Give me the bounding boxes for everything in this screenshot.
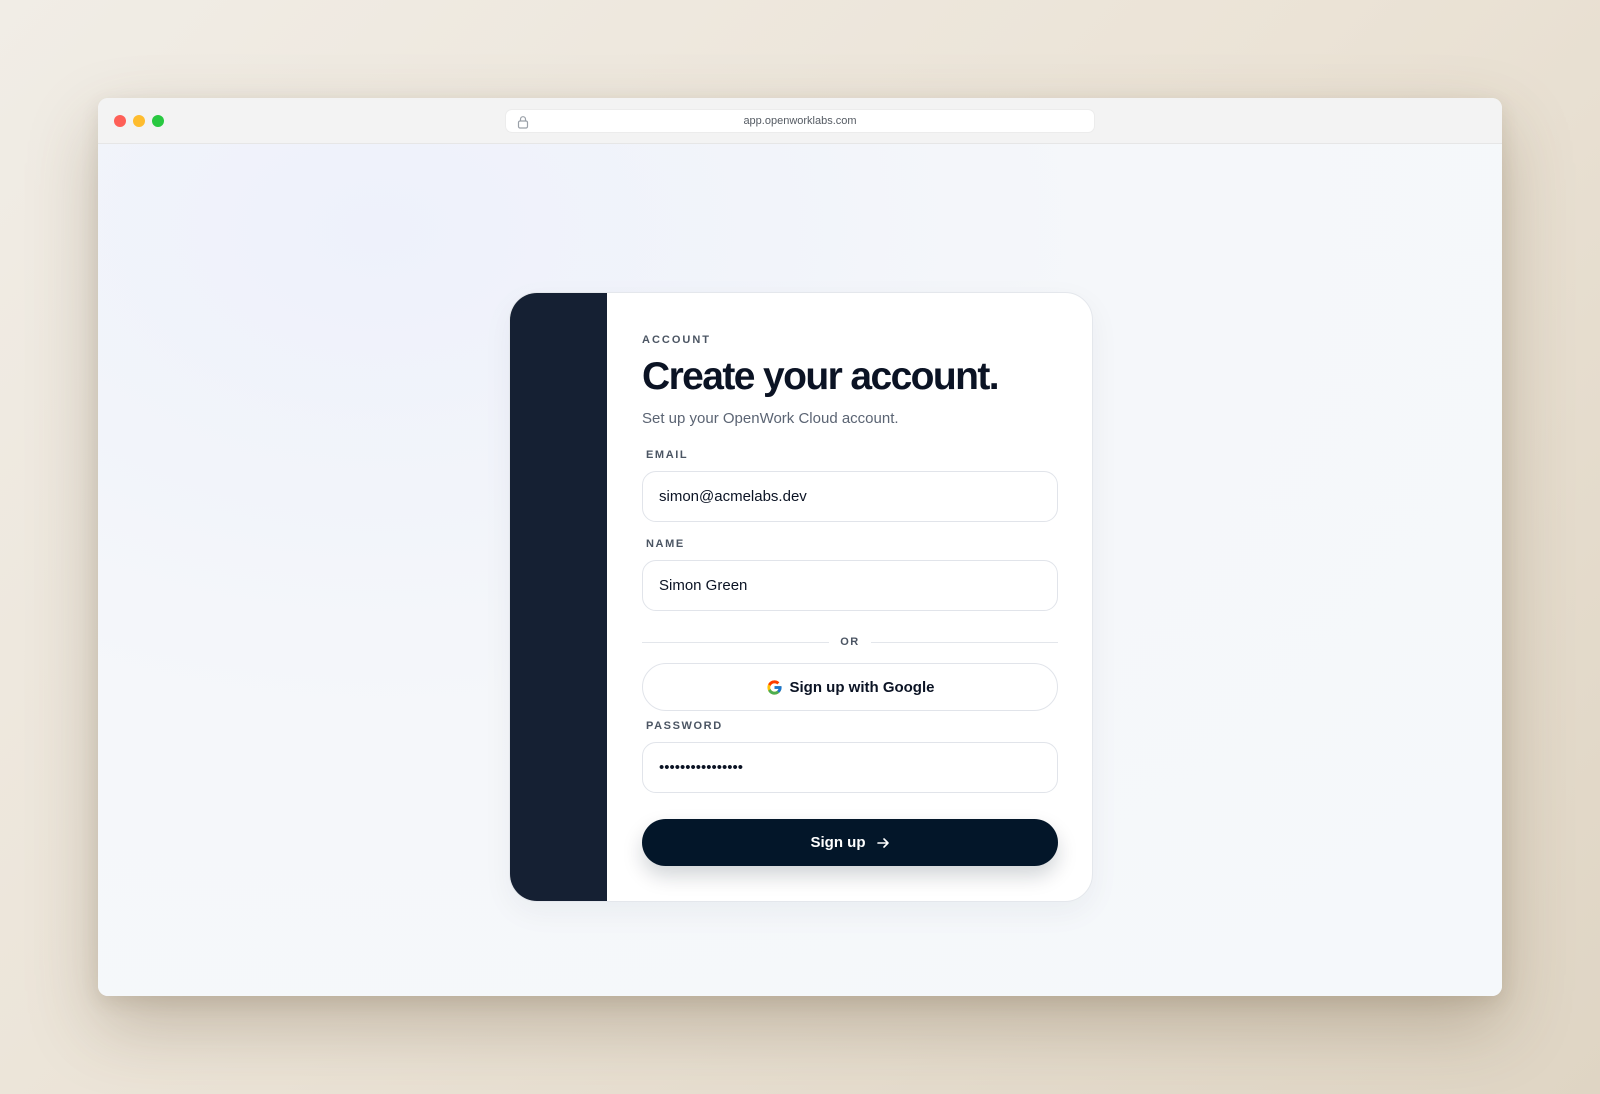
page-title: Create your account. <box>642 355 1000 398</box>
email-field[interactable] <box>642 471 1058 522</box>
name-label: NAME <box>646 538 685 550</box>
url-text: app.openworklabs.com <box>743 115 857 127</box>
google-signup-button[interactable]: Sign up with Google <box>642 663 1058 711</box>
google-button-label: Sign up with Google <box>789 678 935 696</box>
signup-card: ACCOUNT Create your account. Set up your… <box>509 292 1093 902</box>
minimize-window-button[interactable] <box>133 115 145 127</box>
page-subtitle: Set up your OpenWork Cloud account. <box>642 410 899 427</box>
password-field[interactable] <box>642 742 1058 793</box>
email-label: EMAIL <box>646 449 689 461</box>
section-eyebrow: ACCOUNT <box>642 334 711 346</box>
arrow-right-icon <box>876 837 889 848</box>
page-viewport: ACCOUNT Create your account. Set up your… <box>98 144 1502 996</box>
browser-titlebar: app.openworklabs.com <box>98 98 1502 144</box>
maximize-window-button[interactable] <box>152 115 164 127</box>
name-field[interactable] <box>642 560 1058 611</box>
password-label: PASSWORD <box>646 720 723 732</box>
sign-up-button-label: Sign up <box>810 834 866 851</box>
side-panel <box>510 293 607 901</box>
divider-line-right <box>871 642 1058 643</box>
address-bar[interactable]: app.openworklabs.com <box>505 109 1095 133</box>
or-divider: OR <box>642 635 1058 651</box>
google-icon <box>766 679 782 695</box>
browser-window: app.openworklabs.com ACCOUNT Create your… <box>98 98 1502 996</box>
sign-up-button[interactable]: Sign up <box>642 819 1058 866</box>
close-window-button[interactable] <box>114 115 126 127</box>
